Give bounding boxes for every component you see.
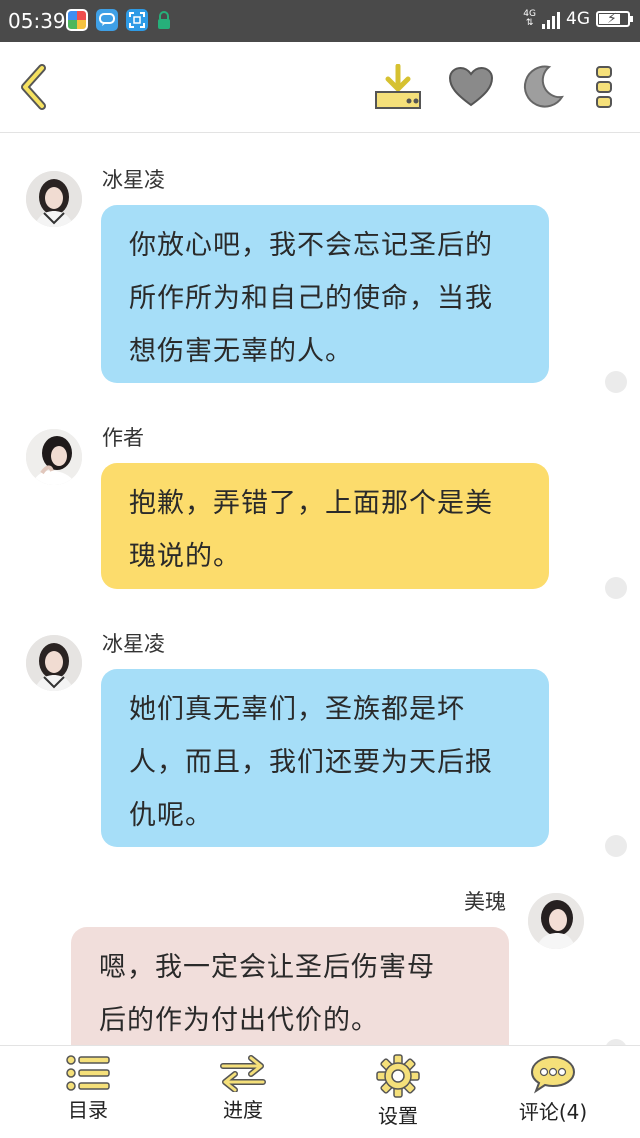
chat-area[interactable]: 冰星凌 你放心吧，我不会忘记圣后的 所作所为和自己的使命，当我 想伤害无辜的人。… — [0, 133, 640, 1045]
chat-app-icon — [96, 9, 118, 31]
message-bubble[interactable]: 你放心吧，我不会忘记圣后的 所作所为和自己的使命，当我 想伤害无辜的人。 — [101, 205, 549, 383]
gear-icon — [376, 1054, 420, 1098]
message-bubble[interactable]: 抱歉，弄错了，上面那个是美 瑰说的。 — [101, 463, 549, 589]
avatar[interactable] — [26, 429, 82, 485]
network-type-small: 4G ⇅ — [523, 9, 536, 28]
nav-label: 设置 — [378, 1104, 418, 1128]
message-line: 仇呢。 — [129, 800, 213, 831]
nav-comments[interactable]: 评论(4) — [493, 1054, 613, 1124]
status-app-icons — [66, 9, 172, 31]
message-dot[interactable] — [605, 577, 627, 599]
nav-label: 进度 — [223, 1098, 263, 1122]
lock-icon — [156, 9, 172, 31]
download-icon — [375, 64, 421, 109]
download-button[interactable] — [373, 62, 423, 112]
heart-icon — [448, 66, 494, 107]
chevron-left-icon — [21, 64, 46, 110]
message-line: 嗯，我一定会让圣后伤害母 — [99, 952, 435, 983]
status-time: 05:39 — [8, 9, 66, 33]
nav-settings[interactable]: 设置 — [338, 1054, 458, 1128]
message-sender: 冰星凌 — [102, 168, 165, 192]
message-bubble[interactable]: 她们真无辜们，圣族都是坏 人，而且，我们还要为天后报 仇呢。 — [101, 669, 549, 847]
reader-toolbar — [0, 42, 640, 133]
message-dot[interactable] — [605, 371, 627, 393]
network-type: 4G — [566, 9, 590, 29]
avatar[interactable] — [26, 171, 82, 227]
message-dot[interactable] — [605, 835, 627, 857]
swap-arrows-icon — [220, 1055, 266, 1092]
nav-label: 评论(4) — [518, 1100, 588, 1124]
message-bubble[interactable]: 嗯，我一定会让圣后伤害母 后的作为付出代价的。 — [71, 927, 509, 1045]
more-vertical-icon — [596, 66, 612, 108]
status-right: 4G ⇅ 4G ⚡ — [523, 9, 633, 29]
message-line: 抱歉，弄错了，上面那个是美 — [129, 488, 493, 519]
avatar[interactable] — [528, 893, 584, 949]
message-line: 瑰说的。 — [129, 541, 241, 572]
list-icon — [66, 1055, 110, 1091]
night-mode-button[interactable] — [517, 62, 567, 112]
avatar[interactable] — [26, 635, 82, 691]
message-sender: 美瑰 — [464, 890, 506, 914]
message-line: 人，而且，我们还要为天后报 — [129, 747, 493, 778]
message-sender: 作者 — [102, 426, 144, 450]
more-options-button[interactable] — [579, 62, 629, 112]
signal-icon — [542, 9, 560, 29]
scan-app-icon — [126, 9, 148, 31]
comment-bubble-icon — [530, 1055, 576, 1094]
back-button[interactable] — [8, 62, 58, 112]
bottom-nav: 目录 进度 设置 评论(4) — [0, 1045, 640, 1138]
message-sender: 冰星凌 — [102, 632, 165, 656]
message-line: 你放心吧，我不会忘记圣后的 — [129, 230, 493, 261]
battery-icon: ⚡ — [596, 11, 633, 27]
status-bar: 05:39 4G ⇅ 4G ⚡ — [0, 0, 640, 42]
message-line: 想伤害无辜的人。 — [129, 336, 353, 367]
nav-catalog[interactable]: 目录 — [28, 1054, 148, 1122]
game-center-icon — [66, 9, 88, 31]
message-line: 所作所为和自己的使命，当我 — [129, 283, 493, 314]
nav-progress[interactable]: 进度 — [183, 1054, 303, 1122]
moon-icon — [523, 65, 564, 108]
nav-label: 目录 — [68, 1098, 108, 1122]
message-line: 她们真无辜们，圣族都是坏 — [129, 694, 465, 725]
favorite-button[interactable] — [446, 62, 496, 112]
message-line: 后的作为付出代价的。 — [99, 1005, 379, 1036]
